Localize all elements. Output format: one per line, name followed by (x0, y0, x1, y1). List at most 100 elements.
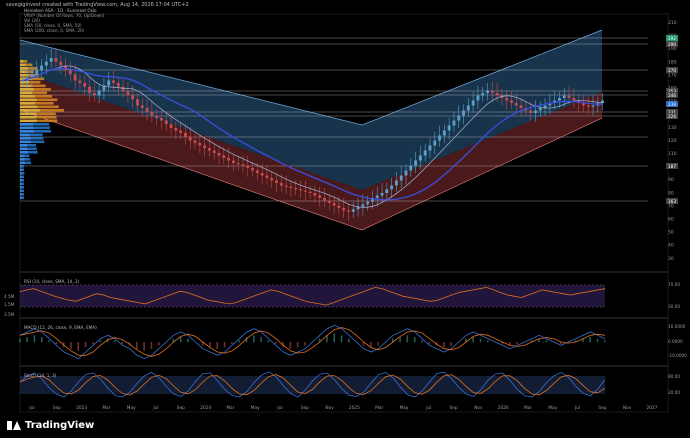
volume-profile-bar (20, 154, 25, 158)
candle-body (169, 124, 173, 128)
time-axis-tick: 2023 (76, 405, 87, 411)
candle-body (289, 186, 293, 188)
time-axis-tick: Sep (598, 405, 606, 411)
chart-window: savegiginvest created with TradingView.c… (0, 0, 690, 438)
price-axis-tick: 210 (668, 20, 677, 26)
time-axis-tick: Jul (574, 405, 580, 411)
volume-profile-bar (20, 161, 25, 165)
price-axis-tick: 50 (668, 230, 674, 236)
volume-profile-bar (20, 186, 22, 189)
candle-body (471, 100, 475, 106)
macd-histogram-bar (289, 342, 292, 349)
stoch-band (20, 376, 605, 394)
volume-profile-bar (20, 130, 34, 133)
time-axis-tick: Nov (325, 405, 334, 411)
macd-histogram-bar (231, 342, 233, 344)
volume-profile-bar (20, 140, 31, 144)
volume-profile-bar (20, 95, 35, 98)
volume-profile-bar (20, 137, 31, 140)
volume-profile-bar (20, 119, 37, 123)
rsi-band (20, 285, 605, 307)
macd-histogram-bar (304, 342, 306, 346)
macd-histogram-bar (33, 335, 36, 343)
candle-body (260, 173, 264, 176)
candle-body (174, 128, 178, 131)
price-axis-tick: 90 (668, 177, 674, 183)
macd-histogram-bar (19, 338, 21, 343)
volume-profile-bar (20, 133, 31, 137)
volume-profile-bar (20, 126, 34, 130)
chart-canvas[interactable]: Heineken ASA · 1D · Euronext OsloVRVP (N… (0, 0, 690, 438)
time-axis-tick: 2027 (647, 405, 658, 411)
volume-profile-bar (20, 182, 22, 186)
candle-body (179, 130, 183, 133)
macd-histogram-bar (55, 342, 58, 344)
candle-body (183, 133, 187, 137)
candle-body (212, 150, 216, 153)
candle-body (203, 145, 207, 148)
stoch-legend: Stoch (14, 1, 3) (24, 373, 57, 378)
macd-histogram-bar (84, 342, 87, 348)
candle-body (207, 148, 211, 151)
price-axis-tick: 110 (668, 151, 677, 157)
volume-profile-bar (20, 98, 37, 102)
volume-profile-bar (20, 165, 22, 168)
candle-body (140, 105, 144, 108)
macd-histogram-bar (472, 337, 474, 343)
macd-histogram-bar (370, 342, 372, 348)
price-axis-tick: 170 (668, 72, 677, 78)
candle-body (193, 140, 197, 143)
rsi-axis-tick: 70.00 (668, 282, 680, 287)
macd-histogram-bar (421, 340, 423, 343)
macd-histogram-bar (114, 340, 116, 343)
candle-body (164, 120, 168, 125)
candle-body (562, 95, 566, 98)
macd-histogram-bar (121, 342, 123, 344)
candle-body (112, 80, 115, 83)
candle-body (83, 83, 87, 87)
time-axis-tick: Sep (301, 405, 309, 411)
volume-profile-bar (20, 172, 22, 175)
candle-body (323, 198, 326, 201)
volume-profile-bar (20, 151, 28, 154)
candle-body (414, 160, 418, 166)
macd-histogram-bar (260, 337, 262, 343)
candle-body (476, 95, 480, 101)
price-badge-label: 239 (668, 102, 676, 107)
macd-histogram-bar (48, 340, 50, 343)
candle-body (452, 120, 456, 126)
candle-body (567, 95, 571, 98)
candle-body (284, 185, 288, 187)
candle-body (514, 103, 518, 106)
candle-body (222, 155, 226, 158)
macd-histogram-bar (143, 342, 145, 351)
macd-histogram-bar (516, 342, 518, 344)
volume-profile-bar (20, 102, 36, 105)
macd-histogram-bar (26, 337, 28, 343)
brand-logo[interactable]: TradingView (7, 420, 94, 431)
candle-body (107, 80, 111, 86)
candle-body (318, 195, 322, 198)
price-badge-label: 270 (668, 68, 676, 73)
candle-body (35, 70, 39, 75)
candle-body (126, 90, 130, 96)
candle-body (88, 86, 91, 93)
volume-profile-bar (20, 193, 22, 196)
time-axis-tick: Jul (152, 405, 158, 411)
candle-body (505, 98, 509, 101)
volume-profile-bar (20, 196, 22, 200)
time-axis-tick: May (127, 405, 136, 411)
candle-body (227, 158, 231, 161)
volume-profile-bar (20, 105, 38, 109)
candle-body (529, 110, 533, 113)
candle-body (534, 110, 537, 113)
volume-profile-bar (20, 63, 26, 67)
macd-histogram-bar (399, 337, 401, 343)
candle-body (572, 98, 576, 101)
time-axis-tick: May (548, 405, 557, 411)
candle-body (375, 195, 379, 198)
volume-profile-bar (20, 189, 22, 193)
macd-histogram-bar (99, 340, 102, 343)
volume-profile-bar (20, 168, 22, 172)
time-axis-tick: 2024 (200, 405, 211, 411)
